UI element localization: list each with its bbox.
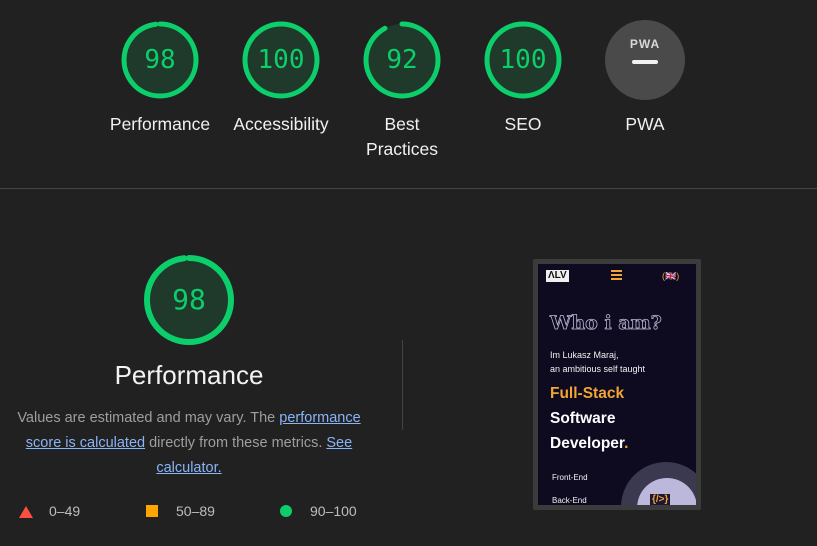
description-text: Values are estimated and may vary. The xyxy=(17,410,280,426)
headline-full-stack: Full-Stack xyxy=(550,385,625,402)
score-ring: 92 xyxy=(362,20,442,100)
category-label: PWA xyxy=(625,114,665,134)
preview-intro: Im Lukasz Maraj, an ambitious self taugh… xyxy=(550,348,645,376)
score-value: 100 xyxy=(499,45,547,75)
score-value: 92 xyxy=(386,45,418,75)
performance-description: Values are estimated and may vary. The p… xyxy=(8,406,370,481)
category-label: Accessibility xyxy=(233,114,329,134)
performance-score-value: 98 xyxy=(172,283,206,316)
headline-text: Developer xyxy=(550,435,625,452)
category-label: Best Practices xyxy=(366,114,438,159)
headline-dot: . xyxy=(624,435,629,452)
score-ring: 98 xyxy=(120,20,200,100)
section-divider xyxy=(0,188,817,189)
page-screenshot-thumbnail[interactable]: ΛLV (🇬🇧) Who i am? Im Lukasz Maraj, an a… xyxy=(533,259,701,510)
legend-range: 0–49 xyxy=(49,503,81,519)
preview-heading: Who i am? xyxy=(550,312,663,335)
circle-icon xyxy=(280,505,292,517)
category-label: SEO xyxy=(504,114,542,134)
pwa-dash-icon xyxy=(632,60,658,64)
pwa-mini-label: PWA xyxy=(629,37,661,51)
performance-title: Performance xyxy=(114,360,264,390)
gauge-pwa[interactable]: PWA PWA xyxy=(590,20,700,137)
preview-navbar: ΛLV (🇬🇧) xyxy=(538,264,696,288)
headline-software: Software xyxy=(550,410,616,427)
score-ring: 100 xyxy=(483,20,563,100)
legend-range: 50–89 xyxy=(176,503,215,519)
hamburger-icon xyxy=(611,270,622,282)
vertical-divider xyxy=(402,340,403,430)
skill-front-end: Front-End xyxy=(552,473,588,482)
legend-range: 90–100 xyxy=(310,503,357,519)
score-value: 98 xyxy=(144,45,176,75)
gauge-best-practices[interactable]: 92 Best Practices xyxy=(347,20,457,162)
skill-back-end: Back-End xyxy=(552,496,587,505)
screenshot-screen: ΛLV (🇬🇧) Who i am? Im Lukasz Maraj, an a… xyxy=(538,264,696,505)
intro-line: an ambitious self taught xyxy=(550,364,646,374)
description-text: directly from these metrics. xyxy=(145,435,327,451)
gauge-performance[interactable]: 98 Performance xyxy=(105,20,215,137)
headline-developer: Developer. xyxy=(550,431,628,456)
category-label: Performance xyxy=(109,114,211,134)
performance-score-gauge: 98 xyxy=(143,254,235,346)
intro-line: Im Lukasz Maraj, xyxy=(550,350,619,360)
preview-logo: ΛLV xyxy=(546,270,569,282)
score-ring: 100 xyxy=(241,20,321,100)
gauge-seo[interactable]: 100 SEO xyxy=(468,20,578,137)
square-icon xyxy=(146,505,158,517)
gauge-accessibility[interactable]: 100 Accessibility xyxy=(226,20,336,137)
triangle-icon xyxy=(19,506,33,518)
language-switch: (🇬🇧) xyxy=(662,271,680,281)
pwa-badge: PWA xyxy=(605,20,685,100)
code-badge-icon: {/>} xyxy=(650,494,671,505)
lighthouse-report: 98 Performance 100 Accessibility 92 Best… xyxy=(0,0,817,546)
score-value: 100 xyxy=(257,45,305,75)
